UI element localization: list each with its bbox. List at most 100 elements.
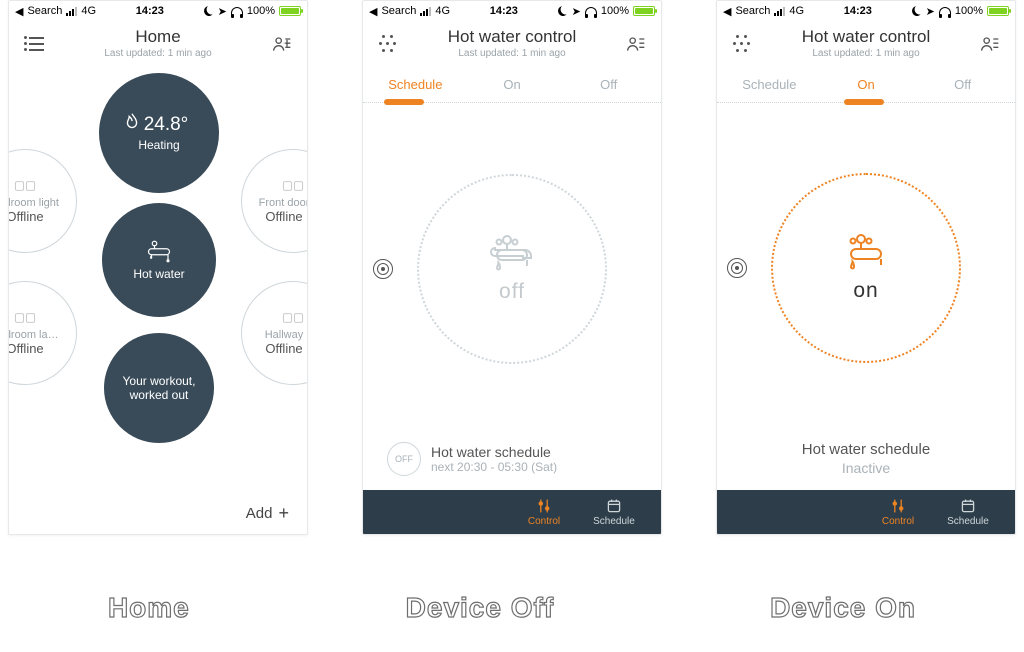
headphones-icon [939, 7, 951, 15]
people-button[interactable] [267, 29, 297, 59]
battery-icon [633, 6, 655, 16]
carrier-label: Search [381, 5, 416, 17]
page-title: Hot water control [363, 27, 661, 47]
segment-on[interactable]: On [464, 71, 561, 102]
tab-label: Control [882, 516, 914, 527]
status-bar: ◀ Search 4G 14:23 ➤ 100% [363, 1, 661, 21]
tab-schedule[interactable]: Schedule [933, 490, 1003, 534]
device-state: Offline [8, 341, 44, 356]
signal-icon [420, 7, 431, 16]
people-icon [626, 36, 646, 52]
schedule-state: Inactive [842, 460, 890, 476]
device-name: Hallway [265, 329, 304, 341]
schedule-summary[interactable]: OFF Hot water schedule next 20:30 - 05:3… [363, 434, 661, 490]
tap-icon [841, 233, 891, 273]
dial-area: on [717, 103, 1015, 433]
heating-label: Heating [138, 138, 179, 152]
network-label: 4G [435, 5, 450, 17]
tile-bedroom-la[interactable]: Bedroom la… Offline [8, 281, 77, 385]
state-dial[interactable]: on [771, 173, 961, 363]
page-subtitle: Last updated: 1 min ago [363, 48, 661, 59]
device-state: Offline [265, 341, 302, 356]
tile-bedroom-light[interactable]: Bedroom light Offline [8, 149, 77, 253]
workout-line2: worked out [130, 388, 189, 402]
tab-control[interactable]: Control [863, 490, 933, 534]
segment-on[interactable]: On [818, 71, 915, 102]
state-dial[interactable]: off [417, 174, 607, 364]
header: Hot water control Last updated: 1 min ag… [717, 21, 1015, 63]
pill-label: OFF [395, 454, 413, 464]
tile-heating[interactable]: 24.8° Heating [99, 73, 219, 193]
back-chevron-icon: ◀ [369, 5, 377, 18]
mode-segmented: Schedule On Off [363, 63, 661, 103]
menu-button[interactable] [19, 29, 49, 59]
plug-icon [282, 178, 304, 194]
segment-schedule[interactable]: Schedule [721, 71, 818, 102]
list-icon [24, 37, 44, 51]
header: Hot water control Last updated: 1 min ag… [363, 21, 661, 63]
recenter-button[interactable] [727, 258, 747, 278]
page-subtitle: Last updated: 1 min ago [9, 48, 307, 59]
dial-area: off [363, 103, 661, 434]
apps-button[interactable] [727, 29, 757, 59]
phone-device-on: ◀ Search 4G 14:23 ➤ 100% [716, 0, 1016, 535]
schedule-next: next 20:30 - 05:30 (Sat) [431, 460, 557, 474]
segment-off[interactable]: Off [560, 71, 657, 102]
tab-control[interactable]: Control [509, 490, 579, 534]
tile-hallway[interactable]: Hallway Offline [241, 281, 308, 385]
people-button[interactable] [975, 29, 1005, 59]
tap-icon [144, 239, 174, 263]
clock-label: 14:23 [136, 5, 164, 17]
battery-icon [987, 6, 1009, 16]
tile-front-door[interactable]: Front door Offline [241, 149, 308, 253]
calendar-icon [960, 498, 976, 514]
device-state: Offline [265, 209, 302, 224]
tile-hotwater[interactable]: Hot water [102, 203, 216, 317]
flame-icon [121, 111, 143, 133]
schedule-state-pill: OFF [387, 442, 421, 476]
plus-icon: + [278, 503, 289, 524]
tab-bar: Control Schedule [363, 490, 661, 534]
tab-label: Schedule [593, 516, 635, 527]
tile-workout[interactable]: Your workout, worked out [104, 333, 214, 443]
devices-canvas: 24.8° Heating Hot water Your workout, wo… [9, 63, 307, 534]
segment-label: On [503, 77, 520, 92]
do-not-disturb-icon [202, 4, 216, 18]
device-name: Bedroom la… [8, 329, 59, 341]
header: Home Last updated: 1 min ago [9, 21, 307, 63]
phone-home: ◀ Search 4G 14:23 ➤ 100% Home [8, 0, 308, 535]
device-name: Front door [259, 197, 308, 209]
phone-device-off: ◀ Search 4G 14:23 ➤ 100% [362, 0, 662, 535]
plug-icon [14, 178, 36, 194]
segment-label: Schedule [388, 77, 442, 92]
people-icon [272, 36, 292, 52]
page-title: Home [9, 27, 307, 47]
tap-icon [487, 234, 537, 274]
workout-line1: Your workout, [123, 374, 196, 388]
schedule-summary[interactable]: Hot water schedule Inactive [717, 433, 1015, 490]
add-button[interactable]: Add + [246, 503, 289, 524]
segment-label: On [857, 77, 874, 92]
segment-off[interactable]: Off [914, 71, 1011, 102]
apps-button[interactable] [373, 29, 403, 59]
recenter-button[interactable] [373, 259, 393, 279]
back-chevron-icon: ◀ [15, 5, 23, 18]
captions-row: Home Device Off Device On [0, 592, 1024, 624]
segment-label: Off [600, 77, 617, 92]
segment-label: Schedule [742, 77, 796, 92]
segment-schedule[interactable]: Schedule [367, 71, 464, 102]
device-name: Bedroom light [8, 197, 59, 209]
tab-schedule[interactable]: Schedule [579, 490, 649, 534]
battery-pct-label: 100% [247, 5, 275, 17]
add-label: Add [246, 505, 273, 522]
plug-icon [282, 310, 304, 326]
status-bar: ◀ Search 4G 14:23 ➤ 100% [717, 1, 1015, 21]
battery-icon [279, 6, 301, 16]
page-subtitle: Last updated: 1 min ago [717, 48, 1015, 59]
people-button[interactable] [621, 29, 651, 59]
do-not-disturb-icon [556, 4, 570, 18]
device-state: Offline [8, 209, 44, 224]
segment-label: Off [954, 77, 971, 92]
people-icon [980, 36, 1000, 52]
location-icon: ➤ [218, 5, 227, 18]
